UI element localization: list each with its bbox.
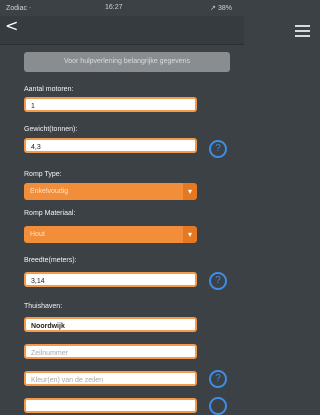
next-field-help-icon[interactable]: [209, 397, 227, 415]
clock: 16:27: [105, 4, 123, 11]
kleur-zeilen-help-icon[interactable]: ?: [209, 370, 227, 388]
breedte-help-icon[interactable]: ?: [209, 272, 227, 290]
carrier-text: Zodiac ᐧ: [6, 5, 31, 12]
gewicht-input[interactable]: 4,3: [24, 138, 197, 153]
breedte-label: Breedte(meters):: [24, 257, 77, 264]
status-bar: Zodiac ᐧ 16:27 ↗ 38%: [0, 0, 244, 16]
breedte-input[interactable]: 3,14: [24, 272, 197, 287]
gewicht-help-icon[interactable]: ?: [209, 140, 227, 158]
aantal-motoren-input[interactable]: 1: [24, 97, 197, 112]
next-field-input[interactable]: [24, 398, 197, 413]
romp-materiaal-label: Romp Materiaal:: [24, 210, 76, 217]
gewicht-label: Gewicht(tonnen):: [24, 126, 78, 133]
navigation-bar: [0, 16, 244, 45]
chevron-down-icon: ▾: [183, 183, 197, 200]
thuishaven-label: Thuishaven:: [24, 303, 63, 310]
romp-type-value: Enkelvoudig: [24, 183, 183, 200]
zeilnummer-input[interactable]: Zeilnummer: [24, 344, 197, 359]
romp-materiaal-value: Hout: [24, 226, 183, 243]
aantal-motoren-label: Aantal motoren:: [24, 86, 74, 93]
chevron-left-icon[interactable]: <: [5, 17, 18, 35]
kleur-zeilen-input[interactable]: Kleur(en) van de zeilen: [24, 371, 197, 386]
battery-text: ↗ 38%: [210, 5, 232, 12]
romp-materiaal-select[interactable]: Hout ▾: [24, 226, 197, 243]
romp-type-label: Romp Type:: [24, 171, 62, 178]
thuishaven-input[interactable]: Noordwijk: [24, 317, 197, 332]
hamburger-menu-icon[interactable]: [295, 25, 310, 40]
chevron-down-icon: ▾: [183, 226, 197, 243]
romp-type-select[interactable]: Enkelvoudig ▾: [24, 183, 197, 200]
important-info-button[interactable]: Voor hulpverlening belangrijke gegevens: [24, 52, 230, 72]
